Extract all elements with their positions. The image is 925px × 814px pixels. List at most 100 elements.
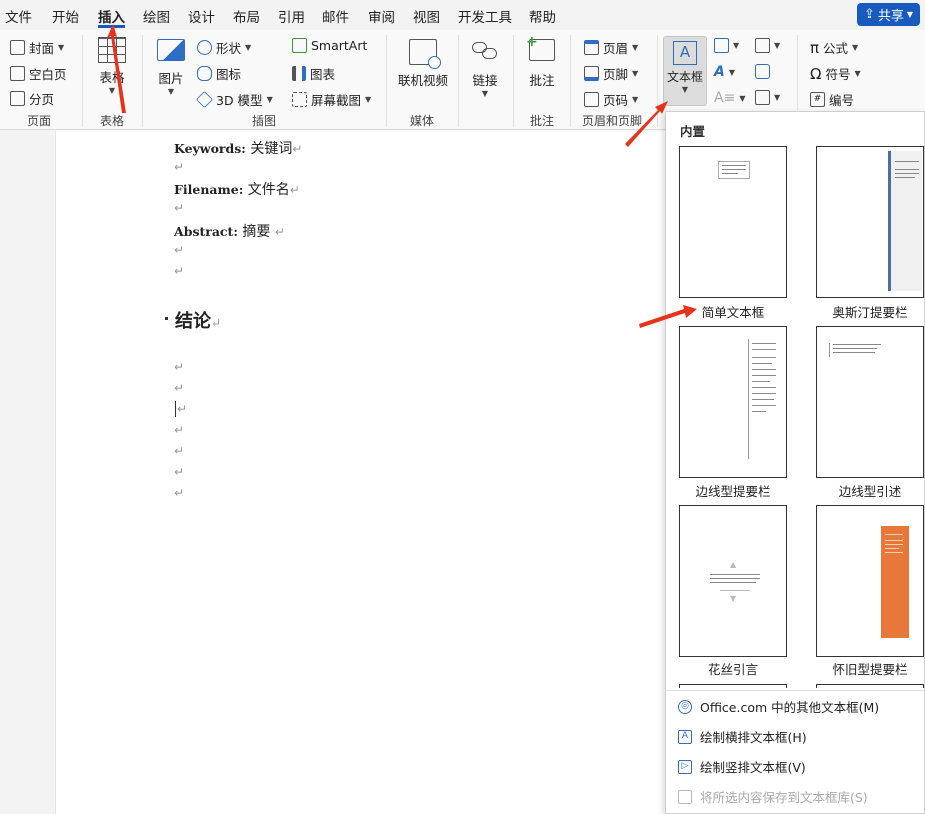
screenshot-label: 屏幕截图 [311,93,362,108]
page-break-button[interactable]: 分页 [10,89,54,108]
paragraph-mark: ↵ [174,360,185,374]
page-number-label: 页码 [603,93,629,108]
icons-button[interactable]: 图标 [197,64,241,83]
tab-mailings[interactable]: 邮件 [322,6,349,26]
footer-label: 页脚 [603,67,629,82]
gallery-item-filigree-quote[interactable]: ▲ ▼ [679,505,787,657]
shapes-button[interactable]: 形状 ▼ [197,38,251,57]
cover-page-button[interactable]: 封面 ▼ [10,38,64,57]
abstract-label: Abstract: [174,224,238,239]
screenshot-button[interactable]: 屏幕截图 ▼ [292,90,371,109]
gallery-label: 怀旧型提要栏 [832,662,908,677]
group-label-header-footer: 页眉和页脚 [582,114,643,128]
table-button[interactable]: 表格 ▼ [94,37,130,95]
picture-label: 图片 [158,71,184,86]
paragraph-mark: ↵ [177,402,188,416]
chart-icon [292,66,306,81]
tab-file[interactable]: 文件 [5,6,32,26]
screenshot-icon [292,92,307,107]
tab-view[interactable]: 视图 [413,6,440,26]
gallery-item-simple-textbox[interactable] [679,146,787,298]
equation-button[interactable]: π 公式 ▼ [810,38,858,57]
gallery-item-sideline-quote[interactable] [816,326,924,478]
chevron-down-icon: ▼ [365,95,372,104]
more-textboxes-command[interactable]: ◎ Office.com 中的其他文本框(M) [678,697,879,716]
page-number-button[interactable]: 页码 ▼ [584,90,638,109]
blank-page-button[interactable]: 空白页 [10,64,67,83]
filename-value: 文件名 [247,182,290,198]
textbox-icon: A [673,41,697,65]
online-video-label: 联机视频 [397,73,448,88]
drop-cap-button[interactable]: A≡ ▼ [714,90,745,106]
footer-button[interactable]: 页脚 ▼ [584,64,638,83]
tab-help[interactable]: 帮助 [529,6,556,26]
smartart-icon [292,38,307,53]
tab-home[interactable]: 开始 [52,6,79,26]
paragraph-mark: ↵ [174,465,185,479]
online-video-button[interactable]: 联机视频 [396,39,450,89]
keywords-value: 关键词 [250,141,293,157]
object-button[interactable]: ▼ [755,90,780,105]
smartart-button[interactable]: SmartArt [292,38,367,53]
comment-button[interactable]: + 批注 [522,35,562,89]
shapes-label: 形状 [216,41,242,56]
command-label: 绘制横排文本框(H) [700,730,807,745]
paragraph-mark: ↵ [289,183,300,197]
numbering-label: 编号 [829,93,855,108]
chevron-down-icon: ▼ [245,43,252,52]
group-divider [657,35,658,127]
paragraph-mark: ↵ [174,264,185,278]
tab-references[interactable]: 引用 [278,6,305,26]
textbox-button[interactable]: A 文本框 ▼ [663,36,707,106]
gallery-item-retro-sidebar[interactable] [816,505,924,657]
ornament-icon: ▲ [730,560,737,569]
document-page[interactable] [55,131,670,814]
link-button[interactable]: 链接 ▼ [466,39,504,98]
header-button[interactable]: 页眉 ▼ [584,38,638,57]
group-divider [458,35,459,127]
group-label-illustrations: 插图 [252,114,277,128]
chevron-down-icon: ▼ [739,93,746,103]
link-label: 链接 [472,73,498,88]
tab-design[interactable]: 设计 [188,6,215,26]
gallery-label: 奥斯汀提要栏 [832,305,908,320]
symbol-button[interactable]: Ω 符号 ▼ [810,64,861,83]
group-label-pages: 页面 [27,114,52,128]
sideline-rule [748,339,749,459]
tab-developer[interactable]: 开发工具 [458,6,512,26]
chart-button[interactable]: 图表 [292,64,335,83]
draw-horizontal-textbox-command[interactable]: A 绘制横排文本框(H) [678,727,807,746]
link-icon [472,39,498,61]
share-label: 共享 [877,9,904,24]
numbering-button[interactable]: # 编号 [810,90,854,109]
signature-line-button[interactable]: ▼ [755,38,780,53]
draw-vertical-textbox-command[interactable]: ▷ 绘制竖排文本框(V) [678,757,806,776]
calendar-icon [755,64,770,79]
menu-bar: 文件 开始 插入 绘图 设计 布局 引用 邮件 审阅 视图 开发工具 帮助 ⇪ … [0,0,925,30]
paragraph-mark: ↵ [274,225,285,239]
group-divider [513,35,514,127]
tab-insert[interactable]: 插入 [98,6,125,26]
text-cursor [175,401,176,417]
cover-page-icon [10,40,25,55]
picture-button[interactable]: 图片 ▼ [154,39,188,96]
wordart-icon: A [714,64,725,80]
keywords-line: Keywords: 关键词↵ [174,138,302,158]
drop-cap-icon: A≡ [714,90,736,106]
wordart-button[interactable]: A ▼ [714,64,735,80]
command-label: 将所选内容保存到文本框库(S) [700,790,868,805]
gallery-item-sideline-sidebar[interactable] [679,326,787,478]
blank-page-icon [10,66,25,81]
gallery-divider [666,690,924,691]
tab-layout[interactable]: 布局 [233,6,260,26]
gallery-item-austin-sidebar[interactable] [816,146,924,298]
table-icon [98,37,126,63]
3d-model-button[interactable]: 3D 模型 ▼ [196,90,273,109]
quick-parts-button[interactable]: ▼ [714,38,739,53]
video-icon [409,39,441,69]
equation-label: 公式 [823,41,849,56]
tab-draw[interactable]: 绘图 [143,6,170,26]
tab-review[interactable]: 审阅 [368,6,395,26]
share-button[interactable]: ⇪ 共享 ▼ [857,3,920,26]
date-time-button[interactable] [755,64,770,79]
